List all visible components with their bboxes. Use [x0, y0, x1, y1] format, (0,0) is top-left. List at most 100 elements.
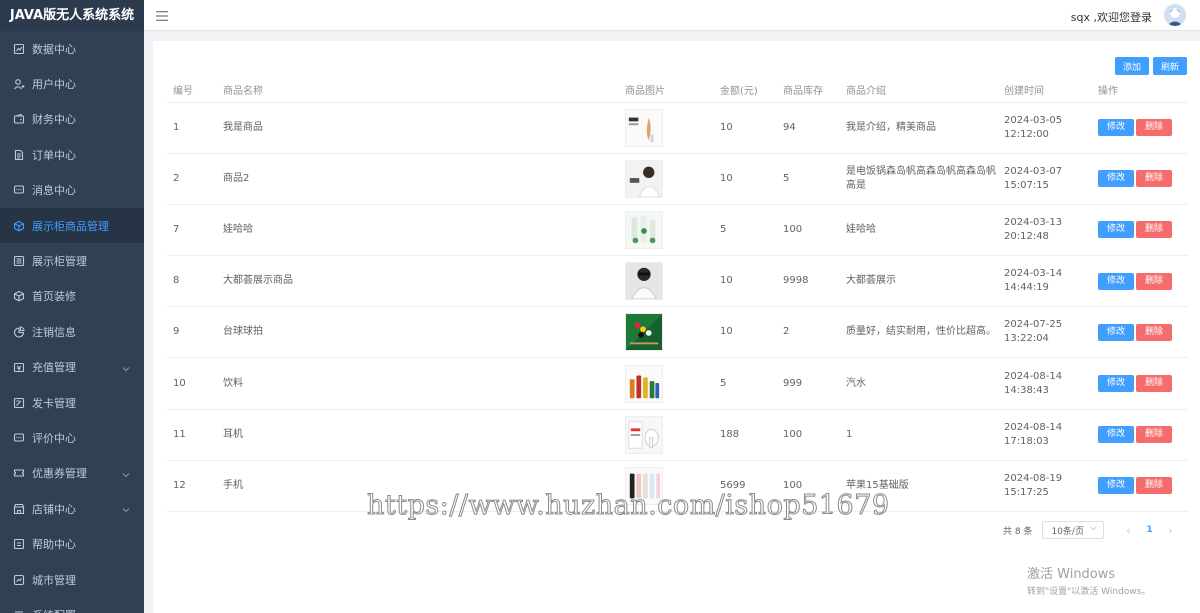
sidebar-item-8[interactable]: 注销信息 — [0, 314, 144, 349]
pie-icon — [13, 326, 25, 338]
sidebar-item-7[interactable]: 首页装修 — [0, 279, 144, 314]
product-thumbnail[interactable] — [625, 415, 663, 454]
shop-icon — [13, 503, 25, 515]
sidebar-item-label: 评价中心 — [32, 431, 76, 445]
pagination: 共 8 条 10条/页 ‹ 1 › — [1003, 519, 1180, 541]
windows-activation-subtitle: 转到"设置"以激活 Windows。 — [1027, 587, 1151, 597]
sidebar-item-10[interactable]: 发卡管理 — [0, 385, 144, 420]
welcome-text: sqx ,欢迎您登录 — [1070, 11, 1152, 24]
table-header-row: 编号 商品名称 商品图片 金额(元) 商品库存 商品介绍 创建时间 操作 — [167, 77, 1188, 103]
cell-id: 7 — [167, 204, 217, 257]
cube-icon — [13, 290, 25, 302]
edit-button[interactable]: 修改 — [1098, 221, 1134, 239]
cell-intro: 大都荟展示 — [840, 255, 998, 308]
cell-intro: 娃哈哈 — [840, 204, 998, 257]
sidebar-item-12[interactable]: 优惠券管理 — [0, 456, 144, 491]
delete-button[interactable]: 删除 — [1136, 272, 1172, 290]
page-size-value: 10条/页 — [1051, 526, 1084, 537]
edit-button[interactable]: 修改 — [1098, 323, 1134, 341]
delete-button[interactable]: 删除 — [1136, 119, 1172, 137]
sidebar-item-6[interactable]: 展示柜管理 — [0, 243, 144, 278]
delete-button[interactable]: 删除 — [1136, 170, 1172, 188]
sidebar-item-label: 发卡管理 — [32, 396, 76, 410]
table-row: 10 饮料 5 999 汽水 2024-08-14 14:38:43 修改 删除 — [167, 357, 1188, 410]
sidebar-item-15[interactable]: 城市管理 — [0, 562, 144, 597]
cell-actions: 修改 删除 — [1092, 460, 1188, 513]
windows-activation-title: 激活 Windows — [1027, 567, 1116, 582]
cell-created: 2024-03-07 15:07:15 — [998, 153, 1092, 205]
cell-stock: 999 — [777, 357, 840, 410]
sidebar-item-label: 展示柜商品管理 — [32, 219, 109, 233]
cell-image — [619, 102, 714, 154]
column-header: 商品名称 — [217, 77, 619, 103]
pagination-total: 共 8 条 — [1003, 526, 1033, 537]
windows-activation: 激活 Windows 转到"设置"以激活 Windows。 — [1027, 563, 1150, 597]
chevron-down-icon — [122, 469, 130, 477]
cell-created: 2024-03-13 20:12:48 — [998, 204, 1092, 257]
product-thumbnail[interactable] — [625, 364, 663, 403]
delete-button[interactable]: 删除 — [1136, 221, 1172, 239]
edit-button[interactable]: 修改 — [1098, 375, 1134, 393]
sidebar-item-label: 用户中心 — [32, 78, 76, 92]
column-header: 商品图片 — [619, 77, 714, 103]
cell-stock: 100 — [777, 204, 840, 257]
cell-image — [619, 357, 714, 410]
delete-button[interactable]: 删除 — [1136, 426, 1172, 444]
sidebar-item-4[interactable]: 消息中心 — [0, 173, 144, 208]
column-header: 创建时间 — [998, 77, 1092, 103]
delete-button[interactable]: 删除 — [1136, 375, 1172, 393]
page-size-select[interactable]: 10条/页 — [1042, 521, 1105, 539]
sidebar-item-2[interactable]: 财务中心 — [0, 102, 144, 137]
table-row: 1 我是商品 10 94 我是介绍，精美商品 2024-03-05 12:12:00 修改删… — [167, 102, 1188, 154]
cell-stock: 5 — [777, 153, 840, 205]
sidebar-item-9[interactable]: 充值管理 — [0, 350, 144, 385]
chevron-down-icon — [1090, 525, 1097, 535]
cell-price: 10 — [714, 102, 777, 154]
sidebar-item-14[interactable]: 帮助中心 — [0, 526, 144, 561]
wallet-icon — [13, 113, 25, 125]
refresh-button[interactable]: 刷新 — [1153, 57, 1187, 75]
cell-intro: 是电饭锅森岛帆高森岛帆高森岛帆高是 — [840, 153, 998, 205]
product-thumbnail[interactable] — [625, 262, 663, 301]
sidebar-item-5[interactable]: 展示柜商品管理 — [0, 207, 144, 244]
edit-button[interactable]: 修改 — [1098, 426, 1134, 444]
edit-button[interactable]: 修改 — [1098, 272, 1134, 290]
sidebar-item-label: 优惠券管理 — [32, 467, 87, 481]
cell-name: 耳机 — [217, 409, 619, 461]
product-thumbnail[interactable] — [625, 210, 663, 249]
document-icon — [13, 149, 25, 161]
edit-button[interactable]: 修改 — [1098, 119, 1134, 137]
next-page-icon[interactable]: › — [1160, 524, 1180, 537]
hamburger-icon[interactable] — [156, 10, 168, 21]
prev-page-icon[interactable]: ‹ — [1118, 524, 1138, 537]
app-brand: JAVA版无人系统系统 — [0, 0, 144, 31]
cell-image — [619, 153, 714, 205]
sidebar-item-13[interactable]: 店铺中心 — [0, 491, 144, 526]
column-header: 操作 — [1092, 77, 1188, 103]
product-thumbnail[interactable] — [625, 313, 663, 352]
current-page[interactable]: 1 — [1138, 525, 1160, 535]
sidebar-item-11[interactable]: 评价中心 — [0, 420, 144, 455]
delete-button[interactable]: 删除 — [1136, 477, 1172, 495]
sidebar-item-1[interactable]: 用户中心 — [0, 66, 144, 101]
cell-actions: 修改 删除 — [1092, 306, 1188, 359]
cell-actions: 修改 删除 — [1092, 409, 1188, 461]
edit-icon — [13, 397, 25, 409]
edit-button[interactable]: 修改 — [1098, 477, 1134, 495]
sidebar-item-0[interactable]: 数据中心 — [0, 31, 144, 66]
cell-stock: 2 — [777, 306, 840, 359]
sidebar-item-3[interactable]: 订单中心 — [0, 137, 144, 172]
avatar[interactable] — [1164, 4, 1186, 26]
product-thumbnail[interactable] — [625, 159, 663, 198]
product-thumbnail[interactable] — [625, 108, 663, 147]
sidebar: JAVA版无人系统系统 数据中心用户中心财务中心 订单中心 消息中心展示柜商品管理展… — [0, 0, 144, 613]
sidebar-menu: 数据中心用户中心财务中心 订单中心 消息中心展示柜商品管理展示柜管理 首页装修 注销信息… — [0, 31, 144, 613]
delete-button[interactable]: 删除 — [1136, 323, 1172, 341]
sidebar-item-16[interactable]: 系统配置 — [0, 597, 144, 613]
cell-created: 2024-07-25 13:22:04 — [998, 306, 1092, 359]
table-row: 7 娃哈哈 5 100 娃哈哈 2024-03-13 20:12:48 修改 删除 — [167, 204, 1188, 257]
edit-button[interactable]: 修改 — [1098, 170, 1134, 188]
add-button[interactable]: 添加 — [1115, 57, 1149, 75]
cell-image — [619, 255, 714, 308]
sidebar-item-label: 店铺中心 — [32, 502, 76, 516]
